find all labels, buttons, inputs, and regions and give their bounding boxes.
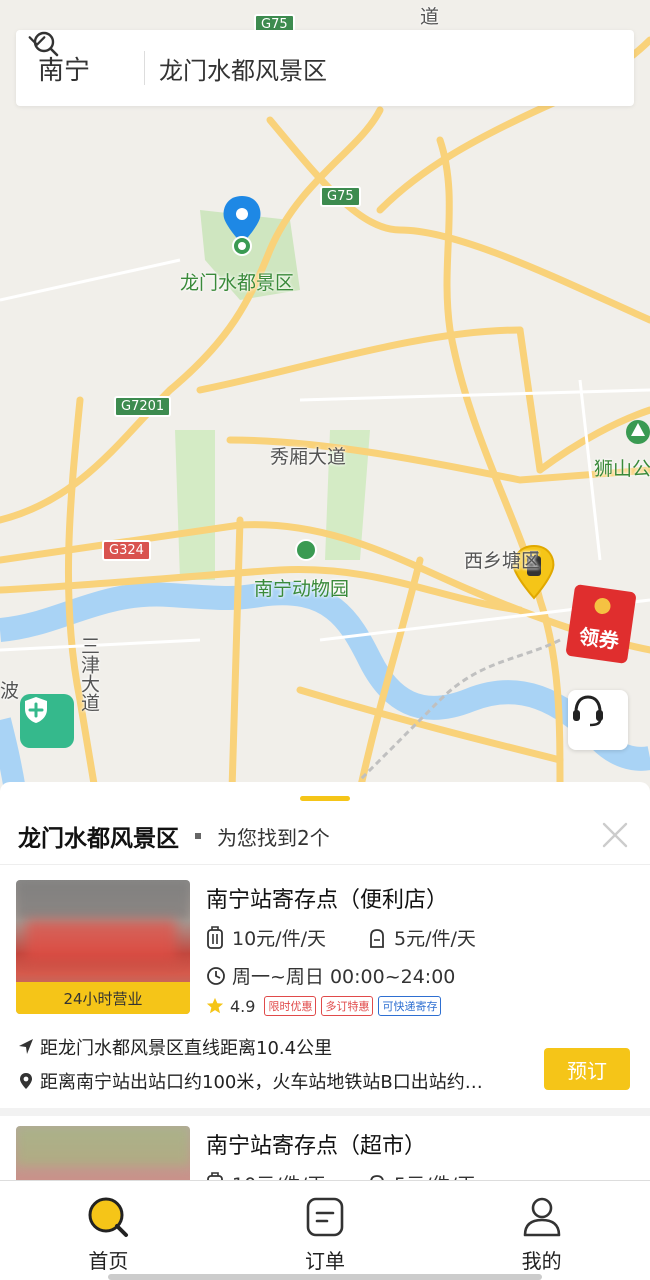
customer-service-button[interactable]	[568, 690, 628, 750]
navigation-arrow-icon	[19, 1039, 33, 1054]
separator-dot	[195, 833, 201, 839]
tab-home[interactable]: 首页	[0, 1181, 217, 1280]
open-hours-badge: 24小时营业	[16, 982, 190, 1014]
locker-name: 南宁站寄存点（超市）	[206, 1134, 427, 1159]
tag-express-storage: 可快递寄存	[378, 996, 442, 1016]
map-label-scenic-area: 龙门水都景区	[180, 272, 295, 294]
drag-handle[interactable]	[300, 796, 350, 801]
price-row: 10元/件/天 5元/件/天	[206, 924, 476, 951]
tag-multi-order-offer: 多订特惠	[321, 996, 374, 1016]
home-indicator	[108, 1274, 542, 1280]
locker-photo: 24小时营业	[16, 880, 190, 1014]
tab-profile[interactable]: 我的	[433, 1181, 650, 1280]
result-card[interactable]: 南宁站寄存点（超市） 10元/件/天 5元/件/天	[0, 1126, 650, 1182]
clock-icon	[207, 966, 225, 985]
safety-shield-button[interactable]	[20, 694, 74, 748]
results-panel: 龙门水都风景区 为您找到2个 24小时营业 南宁站寄存点（便利店） 10元/件/…	[0, 782, 650, 1182]
road-shield-g324: G324	[102, 540, 151, 561]
bottom-tab-bar: 首页 订单 我的	[0, 1180, 650, 1280]
search-icon	[88, 1197, 129, 1237]
search-divider	[144, 51, 145, 85]
location-pin-icon	[20, 1073, 32, 1089]
address-text: 距离南宁站出站口约100米，火车站地铁站B口出站约…	[40, 1072, 483, 1093]
close-icon[interactable]	[600, 820, 630, 850]
road-shield-g75: G75	[320, 186, 361, 207]
map-label-sanjin: 三津大道	[78, 636, 100, 712]
tag-limited-offer: 限时优惠	[264, 996, 317, 1016]
locker-photo	[16, 1126, 190, 1182]
profile-icon	[523, 1197, 560, 1237]
tab-orders[interactable]: 订单	[217, 1181, 434, 1280]
search-icon	[33, 31, 59, 57]
map-view[interactable]: 龙门水都景区 秀厢大道 南宁动物园 西乡塘区 狮山公 三津大道 道 波 G75 …	[0, 0, 650, 790]
result-card[interactable]: 24小时营业 南宁站寄存点（便利店） 10元/件/天 5元/件/天 周一~周日 …	[0, 880, 650, 1110]
backpack-icon	[370, 928, 384, 948]
search-input[interactable]: 龙门水都风景区	[159, 51, 327, 86]
business-hours: 周一~周日 00:00~24:00	[232, 966, 456, 988]
hours-row: 周一~周日 00:00~24:00	[206, 962, 455, 989]
distance-row: 距龙门水都风景区直线距离10.4公里	[18, 1034, 332, 1060]
coupon-icon	[593, 597, 612, 616]
road-shield-g7201: G7201	[114, 396, 172, 417]
headset-icon	[573, 695, 603, 727]
coupon-button[interactable]: 领券	[565, 584, 637, 664]
rating-value: 4.9	[230, 996, 256, 1016]
map-label-district: 西乡塘区	[464, 550, 541, 572]
map-label-zoo: 南宁动物园	[254, 578, 350, 600]
coupon-label: 领券	[577, 624, 621, 654]
address-row: 距离南宁站出站口约100米，火车站地铁站B口出站约…	[18, 1068, 483, 1094]
shield-plus-icon	[25, 697, 47, 723]
results-count: 为您找到2个	[217, 825, 330, 850]
locker-name: 南宁站寄存点（便利店）	[206, 888, 449, 913]
map-label-edge: 波	[0, 680, 20, 702]
large-item-price: 10元/件/天	[232, 928, 326, 950]
tab-orders-label: 订单	[305, 1249, 345, 1273]
search-bar[interactable]: 南宁 龙门水都风景区	[16, 30, 634, 106]
map-label-avenue: 秀厢大道	[270, 446, 347, 468]
results-title: 龙门水都风景区	[18, 826, 179, 852]
park-poi-icon	[626, 420, 650, 444]
results-header: 龙门水都风景区 为您找到2个	[0, 808, 650, 864]
card-separator	[0, 1108, 650, 1116]
luggage-icon	[207, 925, 223, 949]
tab-home-label: 首页	[88, 1249, 129, 1273]
order-icon	[306, 1197, 344, 1237]
header-divider	[0, 864, 650, 865]
distance-text: 距龙门水都风景区直线距离10.4公里	[40, 1038, 333, 1059]
map-label-shishan: 狮山公	[594, 458, 650, 480]
book-button[interactable]: 预订	[544, 1048, 630, 1090]
map-label-top-road: 道	[420, 6, 440, 28]
tab-profile-label: 我的	[521, 1249, 562, 1273]
rating-row: 4.9 限时优惠 多订特惠 可快递寄存	[206, 996, 442, 1016]
zoo-poi-icon	[295, 539, 317, 561]
small-item-price: 5元/件/天	[393, 928, 476, 950]
star-icon	[206, 997, 224, 1014]
